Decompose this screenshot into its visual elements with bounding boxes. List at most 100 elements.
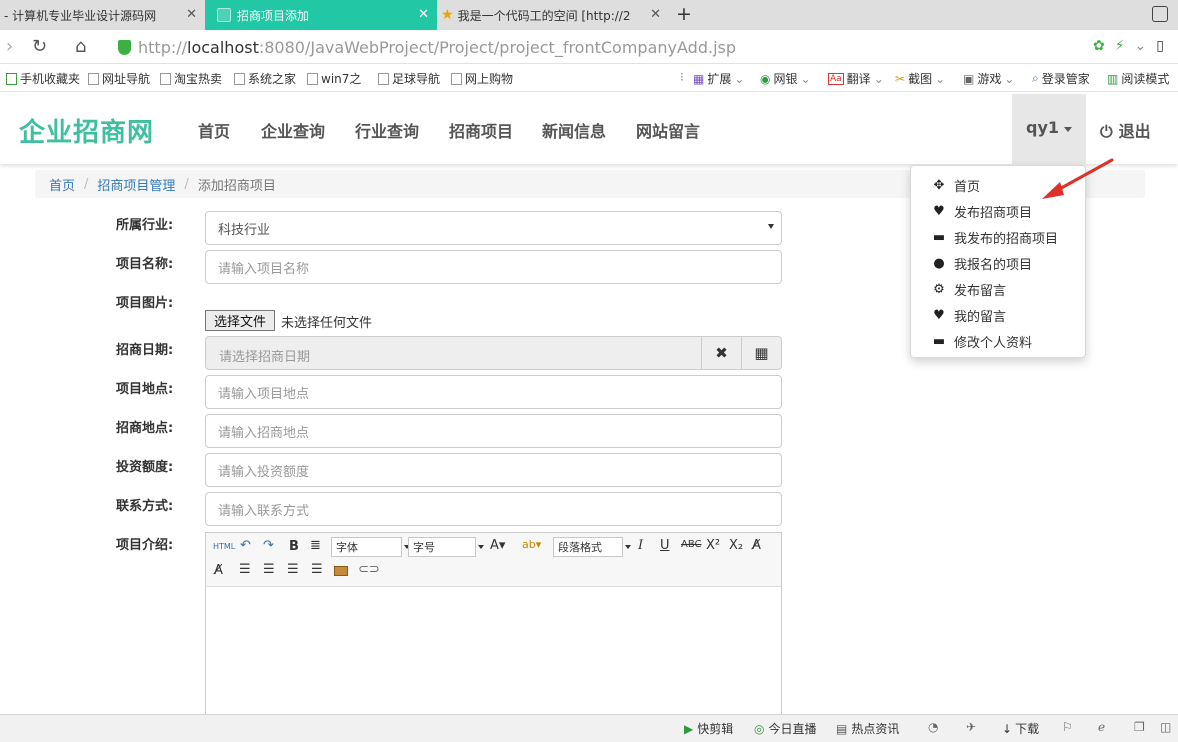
bold-icon[interactable]: B <box>289 539 299 554</box>
refresh-icon[interactable]: ↻ <box>32 36 47 57</box>
nav-industry-search[interactable]: 行业查询 <box>355 118 419 142</box>
menu-item-edit-profile[interactable]: ▬ 修改个人资料 <box>931 332 1032 351</box>
project-location-input[interactable]: 请输入项目地点 <box>205 375 782 409</box>
menu-item-post-message[interactable]: ⚙ 发布留言 <box>931 280 1006 299</box>
url-input[interactable]: http://localhost:8080/JavaWebProject/Pro… <box>118 35 1128 59</box>
download-item[interactable]: ↓ 下载 <box>1002 720 1039 737</box>
underline-icon[interactable]: U <box>660 538 670 553</box>
quick-edit-item[interactable]: ▶ 快剪辑 <box>684 720 733 737</box>
bank-menu[interactable]: ◉ 网银 ⌄ <box>760 70 811 87</box>
zoom-icon[interactable]: ◫ <box>1160 720 1171 734</box>
reading-mode[interactable]: ▥ 阅读模式 <box>1107 70 1169 87</box>
browser-tab[interactable]: - 计算机专业毕业设计源码网 ✕ <box>0 0 205 30</box>
font-family-select[interactable]: 字体 <box>331 537 410 557</box>
invest-location-input[interactable]: 请输入招商地点 <box>205 414 782 448</box>
clear-format-icon[interactable]: ≣ <box>310 538 321 553</box>
page-favicon-icon <box>217 8 231 22</box>
align-center-icon[interactable]: ☰ <box>287 562 299 577</box>
browser-tab-active[interactable]: 招商项目添加 ✕ <box>205 0 437 30</box>
news-item[interactable]: ▤ 热点资讯 <box>836 720 899 737</box>
home-icon[interactable]: ⌂ <box>75 36 86 57</box>
window-icon[interactable]: ❐ <box>1134 720 1145 734</box>
align-justify-icon[interactable]: ☰ <box>311 562 323 577</box>
nav-news[interactable]: 新闻信息 <box>542 118 606 142</box>
speed-icon[interactable]: ⚡ <box>1115 38 1125 54</box>
font-color-icon[interactable]: A▾ <box>490 538 505 553</box>
history-icon[interactable]: ◔ <box>928 720 938 734</box>
project-name-input[interactable]: 请输入项目名称 <box>205 250 782 284</box>
phone-icon[interactable]: ▯ <box>1156 38 1164 54</box>
date-picker[interactable]: 请选择招商日期 ✖ ▦ <box>205 336 782 370</box>
nav-messages[interactable]: 网站留言 <box>636 118 700 142</box>
caret-down-icon <box>1064 127 1072 132</box>
tool-label: 翻译 <box>846 72 871 86</box>
contact-input[interactable]: 请输入联系方式 <box>205 492 782 526</box>
paragraph-format-select[interactable]: 段落格式 <box>553 537 631 557</box>
bookmark-item[interactable]: 手机收藏夹 <box>6 70 80 87</box>
industry-select[interactable]: 科技行业 <box>205 211 782 245</box>
logout-link[interactable]: ⏻ 退出 <box>1100 118 1151 142</box>
site-logo[interactable]: 企业招商网 <box>19 112 154 149</box>
bookmark-item[interactable]: 网址导航 <box>88 70 150 87</box>
insert-image-icon[interactable] <box>334 566 348 576</box>
close-tab-icon[interactable]: ✕ <box>186 7 197 22</box>
invest-location-label: 招商地点: <box>116 421 174 436</box>
menu-item-home[interactable]: ✥ 首页 <box>931 176 980 195</box>
superscript-icon[interactable]: X² <box>706 538 720 553</box>
remove-format-icon[interactable]: A̸ <box>214 563 223 578</box>
font-style-icon[interactable]: A̸ <box>752 538 761 553</box>
screenshot-menu[interactable]: ✂ 截图 ⌄ <box>895 70 945 87</box>
nav-home[interactable]: 首页 <box>198 118 230 142</box>
close-tab-icon[interactable]: ✕ <box>418 7 429 22</box>
user-menu-toggle[interactable]: qy1 <box>1012 94 1086 164</box>
insert-link-icon[interactable]: ⊂⊃ <box>358 562 380 577</box>
bookmark-item[interactable]: 淘宝热卖 <box>160 70 222 87</box>
strikethrough-icon[interactable]: ABC <box>681 539 702 550</box>
username: qy1 <box>1026 118 1060 137</box>
forward-icon[interactable]: › <box>6 36 13 57</box>
align-right-icon[interactable]: ☰ <box>263 562 275 577</box>
bookmark-item[interactable]: win7之 <box>307 70 361 87</box>
flag-icon[interactable]: ⚐ <box>1062 720 1073 734</box>
nav-company-search[interactable]: 企业查询 <box>261 118 325 142</box>
redo-icon[interactable]: ↷ <box>263 538 274 553</box>
menu-item-my-messages[interactable]: ♥ 我的留言 <box>931 306 1006 325</box>
clear-date-icon[interactable]: ✖ <box>701 337 741 369</box>
games-menu[interactable]: ▣ 游戏 ⌄ <box>963 70 1014 87</box>
investment-amount-input[interactable]: 请输入投资额度 <box>205 453 782 487</box>
pin-icon[interactable]: ✈ <box>966 720 976 734</box>
new-tab-icon[interactable]: + <box>676 3 692 25</box>
browser-status-bar: ▶ 快剪辑 ◎ 今日直播 ▤ 热点资讯 ◔ ✈ ↓ 下载 ⚐ ℯ ❐ ◫ <box>0 714 1178 742</box>
browser-tab[interactable]: ★ 我是一个代码工的空间 [http://2 ✕ <box>437 0 669 30</box>
menu-item-my-projects[interactable]: ▬ 我发布的招商项目 <box>931 228 1058 247</box>
project-name-label: 项目名称: <box>116 257 174 272</box>
choose-file-button[interactable]: 选择文件 <box>205 310 275 331</box>
undo-icon[interactable]: ↶ <box>240 538 251 553</box>
bookmark-item[interactable]: 系统之家 <box>234 70 296 87</box>
live-item[interactable]: ◎ 今日直播 <box>754 720 817 737</box>
refresh-green-icon[interactable]: ✿ <box>1093 38 1105 54</box>
breadcrumb-project-management[interactable]: 招商项目管理 <box>97 175 175 194</box>
chevron-down-icon[interactable]: ⌄ <box>1135 38 1147 54</box>
browser-icon[interactable]: ℯ <box>1098 720 1105 734</box>
bookmark-item[interactable]: 足球导航 <box>378 70 440 87</box>
nav-projects[interactable]: 招商项目 <box>449 118 513 142</box>
menu-item-publish-project[interactable]: ♥ 发布招商项目 <box>931 202 1032 221</box>
highlight-color-icon[interactable]: ab▾ <box>522 538 541 551</box>
login-manager[interactable]: ⌕ 登录管家 <box>1032 70 1090 87</box>
breadcrumb-home[interactable]: 首页 <box>49 175 75 194</box>
html-source-button[interactable]: HTML <box>213 542 235 551</box>
menu-item-my-registrations[interactable]: ● 我报名的项目 <box>931 254 1032 273</box>
bookmark-item[interactable]: 网上购物 <box>451 70 513 87</box>
close-tab-icon[interactable]: ✕ <box>650 7 661 22</box>
subscript-icon[interactable]: X₂ <box>729 538 743 553</box>
date-input[interactable]: 请选择招商日期 <box>219 346 310 365</box>
align-left-icon[interactable]: ☰ <box>239 562 251 577</box>
italic-icon[interactable]: I <box>638 538 643 553</box>
calendar-icon[interactable]: ▦ <box>741 337 781 369</box>
editor-content-area[interactable] <box>206 588 781 728</box>
font-size-select[interactable]: 字号 <box>408 537 484 557</box>
translate-menu[interactable]: Aa 翻译 ⌄ <box>828 70 884 87</box>
window-menu-icon[interactable] <box>1152 6 1168 22</box>
extensions-menu[interactable]: ▦ 扩展 ⌄ <box>693 70 744 87</box>
